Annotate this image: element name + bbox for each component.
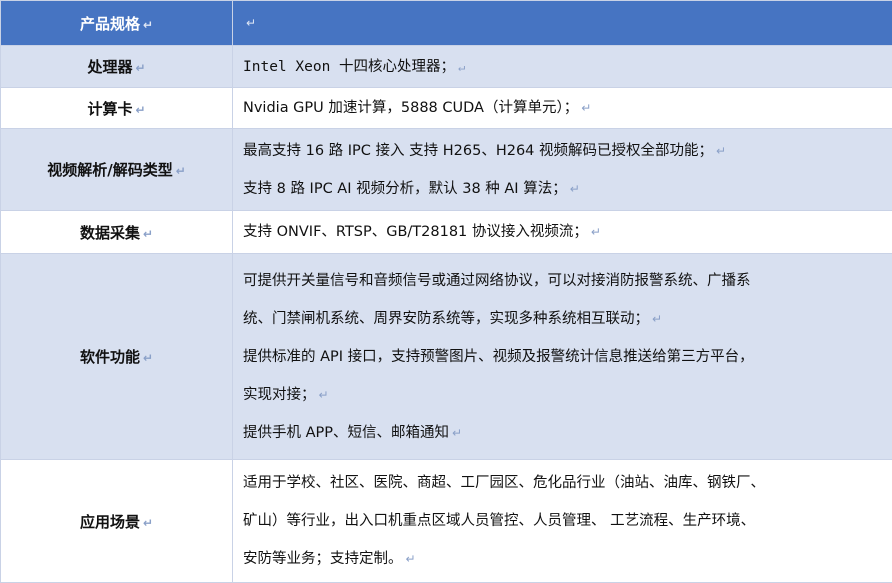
return-mark-icon: ↵	[143, 227, 153, 241]
header-value-cell: ↵	[233, 1, 892, 46]
return-mark-icon: ↵	[652, 312, 662, 326]
row-video: 视频解析/解码类型 ↵ 最高支持 16 路 IPC 接入 支持 H265、H264…	[1, 129, 892, 211]
spec-table: 产品规格↵ ↵ 处理器↵ Intel Xeon 十四核心处理器；↵ 计算卡↵ N…	[0, 0, 892, 583]
row-label-text: 软件功能	[80, 348, 140, 366]
value-line: 支持 8 路 IPC AI 视频分析，默认 38 种 AI 算法；↵	[243, 170, 884, 208]
row-label-text: 视频解析/解码类型	[47, 161, 172, 179]
return-mark-icon: ↵	[458, 60, 465, 74]
row-processor: 处理器↵ Intel Xeon 十四核心处理器；↵	[1, 46, 892, 88]
value-line: 矿山）等行业，出入口机重点区域人员管控、人员管理、 工艺流程、生产环境、	[243, 502, 884, 540]
row-scenario: 应用场景↵ 适用于学校、社区、医院、商超、工厂园区、危化品行业（油站、油库、钢铁…	[1, 460, 892, 583]
row-label-processor: 处理器↵	[1, 46, 233, 88]
return-mark-icon: ↵	[406, 552, 416, 566]
header-title: 产品规格	[80, 15, 140, 33]
return-mark-icon: ↵	[176, 164, 186, 178]
row-data: 数据采集↵ 支持 ONVIF、RTSP、GB/T28181 协议接入视频流；↵	[1, 211, 892, 254]
return-mark-icon: ↵	[246, 16, 256, 30]
row-label-text: 计算卡	[87, 100, 132, 118]
return-mark-icon: ↵	[135, 103, 145, 117]
row-compute: 计算卡↵ Nvidia GPU 加速计算，5888 CUDA（计算单元）；↵	[1, 88, 892, 129]
row-value-video: 最高支持 16 路 IPC 接入 支持 H265、H264 视频解码已授权全部功…	[233, 129, 892, 211]
value-line: 实现对接；↵	[243, 376, 884, 414]
row-value-processor: Intel Xeon 十四核心处理器；↵	[233, 46, 892, 88]
row-label-text: 处理器	[87, 58, 132, 76]
value-line: 提供手机 APP、短信、邮箱通知↵	[243, 414, 884, 452]
return-mark-icon: ↵	[135, 61, 145, 75]
row-label-compute: 计算卡↵	[1, 88, 233, 129]
value-line: Nvidia GPU 加速计算，5888 CUDA（计算单元）；↵	[243, 89, 884, 127]
value-line: 可提供开关量信号和音频信号或通过网络协议，可以对接消防报警系统、广播系	[243, 262, 884, 300]
header-row: 产品规格↵ ↵	[1, 1, 892, 46]
return-mark-icon: ↵	[570, 182, 580, 196]
value-line: 统、门禁闸机系统、周界安防系统等，实现多种系统相互联动；↵	[243, 300, 884, 338]
row-label-data: 数据采集↵	[1, 211, 233, 254]
row-label-video: 视频解析/解码类型 ↵	[1, 129, 233, 211]
return-mark-icon: ↵	[581, 101, 591, 115]
value-line: 安防等业务；支持定制。↵	[243, 540, 884, 578]
return-mark-icon: ↵	[452, 426, 462, 440]
row-value-scenario: 适用于学校、社区、医院、商超、工厂园区、危化品行业（油站、油库、钢铁厂、 矿山）…	[233, 460, 892, 583]
row-value-software: 可提供开关量信号和音频信号或通过网络协议，可以对接消防报警系统、广播系 统、门禁…	[233, 254, 892, 460]
row-value-compute: Nvidia GPU 加速计算，5888 CUDA（计算单元）；↵	[233, 88, 892, 129]
value-line: 提供标准的 API 接口，支持预警图片、视频及报警统计信息推送给第三方平台，	[243, 338, 884, 376]
return-mark-icon: ↵	[319, 388, 329, 402]
row-label-text: 应用场景	[80, 513, 140, 531]
row-label-text: 数据采集	[80, 224, 140, 242]
row-label-software: 软件功能↵	[1, 254, 233, 460]
return-mark-icon: ↵	[716, 144, 726, 158]
value-line: 支持 ONVIF、RTSP、GB/T28181 协议接入视频流；↵	[243, 213, 884, 251]
header-title-cell: 产品规格↵	[1, 1, 233, 46]
value-line: Intel Xeon 十四核心处理器；↵	[243, 48, 884, 86]
row-value-data: 支持 ONVIF、RTSP、GB/T28181 协议接入视频流；↵	[233, 211, 892, 254]
value-line: 适用于学校、社区、医院、商超、工厂园区、危化品行业（油站、油库、钢铁厂、	[243, 464, 884, 502]
return-mark-icon: ↵	[591, 225, 601, 239]
value-line: 最高支持 16 路 IPC 接入 支持 H265、H264 视频解码已授权全部功…	[243, 132, 884, 170]
row-label-scenario: 应用场景↵	[1, 460, 233, 583]
row-software: 软件功能↵ 可提供开关量信号和音频信号或通过网络协议，可以对接消防报警系统、广播…	[1, 254, 892, 460]
return-mark-icon: ↵	[143, 351, 153, 365]
return-mark-icon: ↵	[143, 516, 153, 530]
return-mark-icon: ↵	[143, 18, 153, 32]
